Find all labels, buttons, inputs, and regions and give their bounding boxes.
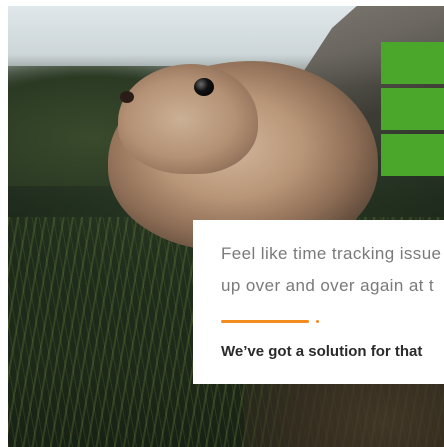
- green-block-bottom: [381, 134, 444, 176]
- headline-line-1: Feel like time tracking issue: [221, 244, 442, 263]
- page-frame: Feel like time tracking issue up over an…: [0, 0, 444, 447]
- message-card: Feel like time tracking issue up over an…: [193, 220, 444, 384]
- subheadline: We’ve got a solution for that: [221, 343, 423, 360]
- green-block-middle: [381, 88, 444, 130]
- headline-line-2: up over and over again at t: [221, 276, 435, 295]
- orange-divider-dot: [316, 320, 319, 323]
- marmot-head: [118, 64, 258, 174]
- green-block-top: [381, 42, 444, 84]
- marmot-nose: [120, 91, 134, 103]
- orange-divider: [221, 320, 309, 323]
- marmot-eye: [194, 78, 214, 96]
